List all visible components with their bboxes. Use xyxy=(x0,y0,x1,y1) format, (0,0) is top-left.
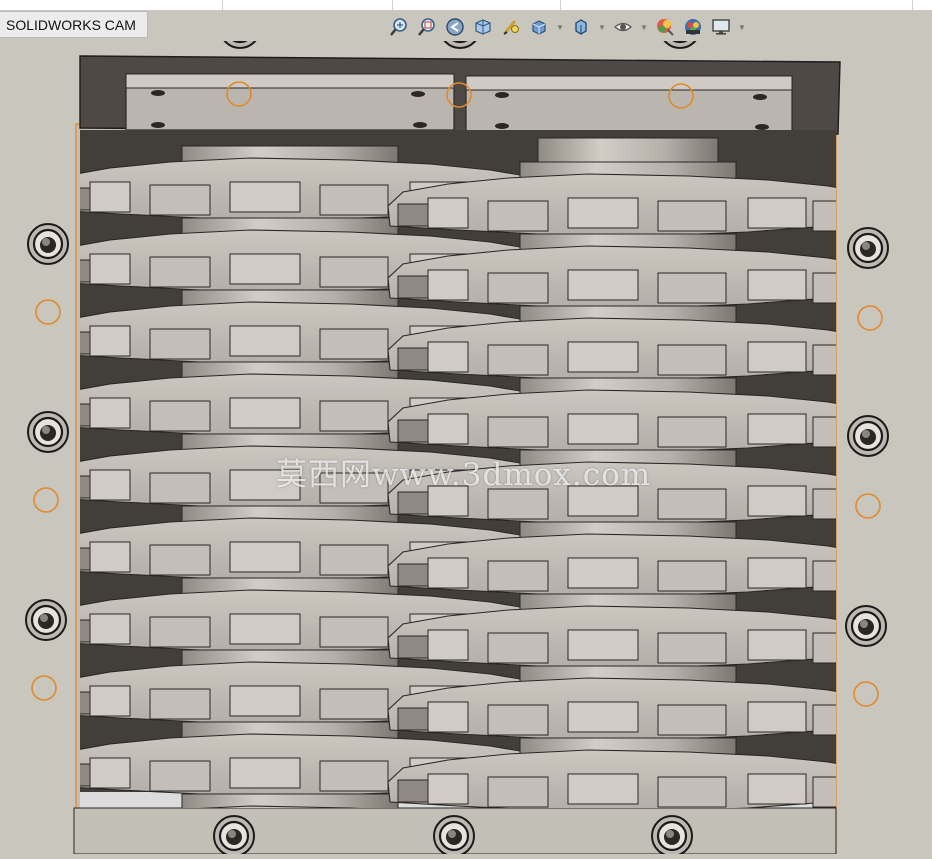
housing-slot xyxy=(411,91,425,97)
hide-show-items-icon[interactable] xyxy=(612,16,634,38)
view-settings-icon[interactable] xyxy=(710,16,732,38)
housing-slot xyxy=(151,90,165,96)
bolt-hole xyxy=(847,227,889,269)
solidworks-cam-tab[interactable]: SOLIDWORKS CAM xyxy=(0,11,148,38)
graphics-area[interactable]: 莫西网www.3dmox.com xyxy=(0,7,932,857)
zoom-to-fit-icon[interactable] xyxy=(388,16,410,38)
bolt-hole xyxy=(651,815,693,857)
display-style-icon[interactable] xyxy=(570,16,592,38)
housing-slot xyxy=(151,122,165,128)
housing-slot xyxy=(753,94,767,100)
zoom-to-area-icon[interactable] xyxy=(416,16,438,38)
selection-marker xyxy=(853,681,879,707)
view-orientation-dropdown-icon[interactable]: ▼ xyxy=(556,23,564,32)
hide-show-dropdown-icon[interactable]: ▼ xyxy=(640,23,648,32)
section-view-icon[interactable] xyxy=(472,16,494,38)
housing-slot xyxy=(413,122,427,128)
bolt-hole xyxy=(213,815,255,857)
view-settings-dropdown-icon[interactable]: ▼ xyxy=(738,23,746,32)
bolt-hole xyxy=(27,223,69,265)
title-strip xyxy=(0,0,932,11)
selection-marker xyxy=(855,493,881,519)
display-style-dropdown-icon[interactable]: ▼ xyxy=(598,23,606,32)
dynamic-annotation-icon[interactable] xyxy=(500,16,522,38)
housing-slot xyxy=(495,123,509,129)
selection-marker xyxy=(35,299,61,325)
bolt-hole xyxy=(433,815,475,857)
bolt-hole xyxy=(845,605,887,647)
bolt-hole xyxy=(27,411,69,453)
previous-view-icon[interactable] xyxy=(444,16,466,38)
bolt-hole xyxy=(439,7,481,49)
bolt-hole xyxy=(659,7,701,49)
bolt-hole xyxy=(25,599,67,641)
view-orientation-icon[interactable] xyxy=(528,16,550,38)
watermark-text: 莫西网www.3dmox.com xyxy=(276,457,652,493)
selection-marker xyxy=(33,487,59,513)
housing-slot xyxy=(755,124,769,130)
heads-up-view-toolbar: ▼ ▼ ▼ ▼ xyxy=(388,13,746,41)
selection-marker xyxy=(31,675,57,701)
housing-slot xyxy=(495,92,509,98)
shredder-model-view[interactable] xyxy=(0,7,932,857)
edit-appearance-icon[interactable] xyxy=(654,16,676,38)
scenes-icon[interactable] xyxy=(682,16,704,38)
bolt-hole xyxy=(847,415,889,457)
bolt-hole xyxy=(219,7,261,49)
selection-marker xyxy=(857,305,883,331)
